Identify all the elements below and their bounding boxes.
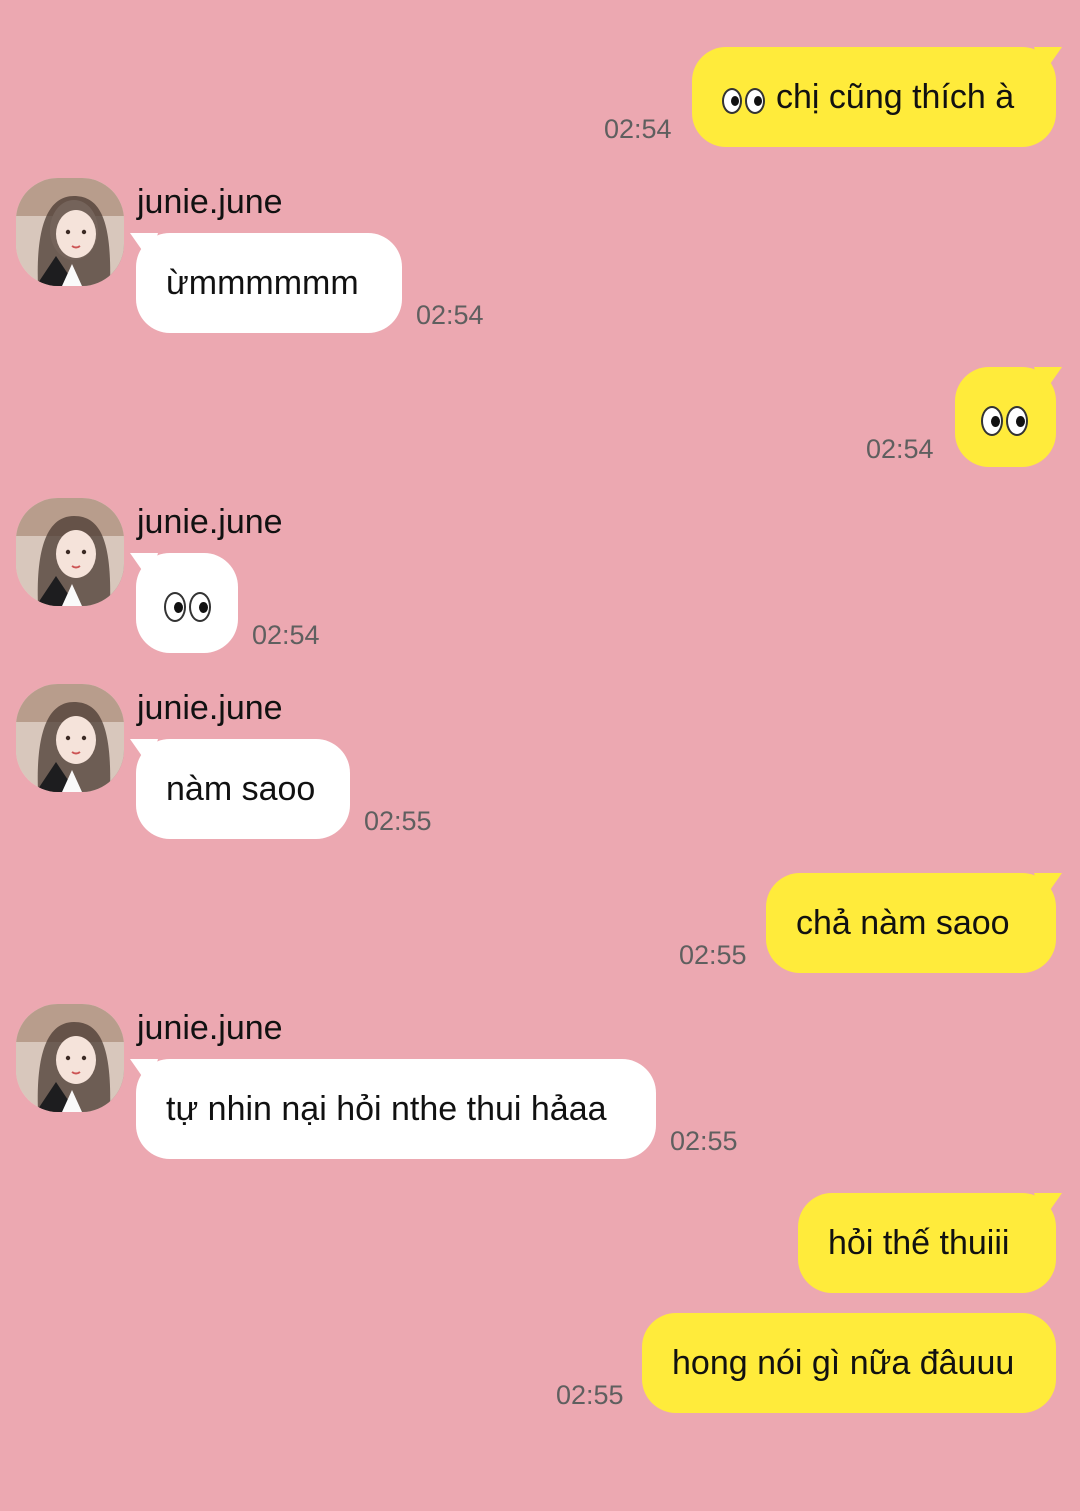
message-text: hong nói gì nữa đâuuu	[672, 1344, 1015, 1382]
message-text: nàm saoo	[166, 770, 316, 808]
message-time: 02:55	[556, 1380, 624, 1410]
message-time: 02:54	[866, 434, 934, 464]
contact-name: junie.june	[137, 183, 283, 221]
contact-name: junie.june	[137, 503, 283, 541]
profile-avatar-icon	[16, 178, 124, 286]
incoming-message[interactable]	[136, 553, 238, 653]
message-time: 02:55	[670, 1126, 738, 1156]
message-time: 02:55	[364, 806, 432, 836]
incoming-message[interactable]: ừmmmmmm	[136, 233, 402, 333]
outgoing-message[interactable]: chả nàm saoo	[766, 873, 1056, 973]
message-text: tự nhin nại hỏi nthe thui hảaa	[166, 1090, 607, 1128]
outgoing-message[interactable]: chị cũng thích à	[692, 47, 1056, 147]
avatar[interactable]	[16, 498, 124, 606]
profile-avatar-icon	[16, 684, 124, 792]
message-time: 02:54	[252, 620, 320, 650]
incoming-message[interactable]: nàm saoo	[136, 739, 350, 839]
chat-thread: 02:54 chị cũng thích à junie.june ừmmmmm…	[0, 0, 1080, 1511]
avatar[interactable]	[16, 684, 124, 792]
message-time: 02:54	[604, 114, 672, 144]
avatar[interactable]	[16, 1004, 124, 1112]
message-time: 02:54	[416, 300, 484, 330]
message-text: ừmmmmmm	[166, 264, 359, 302]
eyes-emoji-icon	[164, 555, 214, 655]
contact-name: junie.june	[137, 1009, 283, 1047]
message-text: hỏi thế thuiii	[828, 1224, 1010, 1262]
eyes-emoji-icon	[722, 49, 768, 149]
outgoing-message[interactable]: hong nói gì nữa đâuuu	[642, 1313, 1056, 1413]
avatar[interactable]	[16, 178, 124, 286]
message-time: 02:55	[679, 940, 747, 970]
incoming-message[interactable]: tự nhin nại hỏi nthe thui hảaa	[136, 1059, 656, 1159]
outgoing-message[interactable]: hỏi thế thuiii	[798, 1193, 1056, 1293]
contact-name: junie.june	[137, 689, 283, 727]
message-text: chả nàm saoo	[796, 904, 1010, 942]
outgoing-message[interactable]	[955, 367, 1056, 467]
message-text: chị cũng thích à	[776, 78, 1015, 116]
profile-avatar-icon	[16, 498, 124, 606]
profile-avatar-icon	[16, 1004, 124, 1112]
eyes-emoji-icon	[981, 369, 1031, 469]
